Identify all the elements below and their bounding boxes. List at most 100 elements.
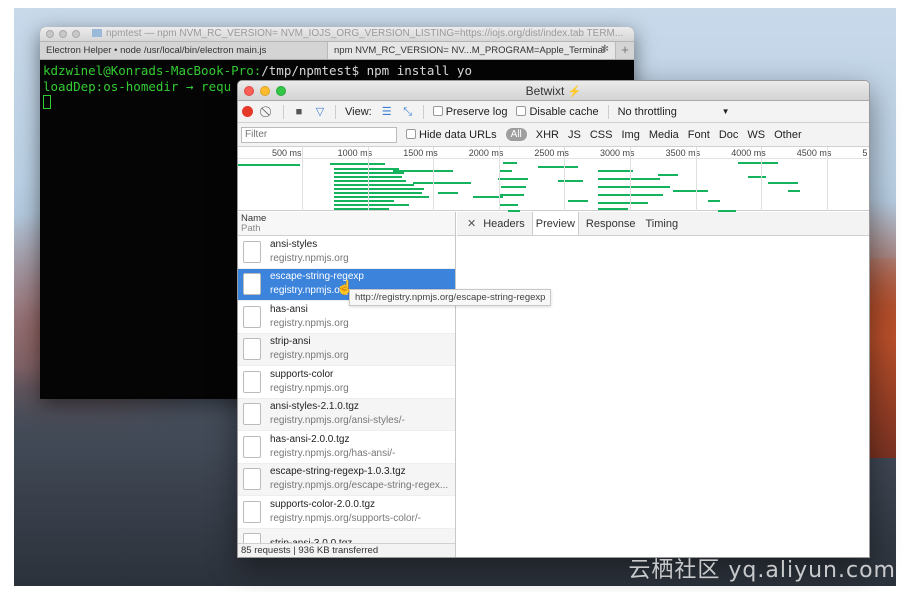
timeline-tick-label: 500 ms bbox=[272, 148, 302, 158]
add-tab-button[interactable]: + bbox=[616, 42, 634, 59]
close-icon[interactable] bbox=[46, 30, 54, 38]
request-text: has-ansi-2.0.0.tgz registry.npmjs.org/has… bbox=[270, 433, 395, 461]
request-path: registry.npmjs.org bbox=[270, 382, 349, 394]
terminal-window-controls bbox=[46, 30, 80, 38]
tab-headers[interactable]: Headers bbox=[480, 212, 528, 235]
file-icon bbox=[243, 403, 261, 426]
window-title: Betwixt ⚡ bbox=[238, 84, 869, 98]
betwixt-window[interactable]: Betwixt ⚡ ⃠ ■ ▽ View: ☰ ⤡ Preserve log D… bbox=[237, 80, 870, 558]
request-row[interactable]: supports-color-2.0.0.tgz registry.npmjs.o… bbox=[238, 496, 455, 529]
timeline-request-bar bbox=[334, 208, 389, 210]
type-filter-css[interactable]: CSS bbox=[590, 129, 613, 141]
timeline-request-bar bbox=[334, 200, 394, 202]
checkbox-icon[interactable] bbox=[432, 105, 443, 116]
mouse-pointer-icon: ☝ bbox=[336, 279, 354, 295]
timeline-request-bar bbox=[598, 178, 660, 180]
clear-icon[interactable]: ⃠ bbox=[262, 106, 274, 118]
terminal-titlebar[interactable]: npmtest — npm NVM_RC_VERSION= NVM_IOJS_O… bbox=[40, 27, 634, 42]
request-name: escape-string-regexp-1.0.3.tgz bbox=[270, 466, 406, 478]
checkbox-icon[interactable] bbox=[516, 105, 527, 116]
request-row[interactable]: has-ansi-2.0.0.tgz registry.npmjs.org/has… bbox=[238, 431, 455, 464]
request-list-header[interactable]: Name Path bbox=[238, 212, 455, 236]
hide-data-urls-checkbox[interactable]: Hide data URLs bbox=[406, 128, 497, 141]
disable-cache-checkbox[interactable]: Disable cache bbox=[516, 105, 599, 118]
timeline-request-bar bbox=[334, 184, 414, 186]
checkbox-icon[interactable] bbox=[406, 128, 416, 139]
throttling-value: No throttling bbox=[617, 105, 677, 118]
request-name: ansi-styles-2.1.0.tgz bbox=[270, 401, 359, 413]
timeline-request-bar bbox=[501, 186, 526, 188]
network-overview-timeline[interactable]: 500 ms 1000 ms 1500 ms 2000 ms 2500 ms 3000 m… bbox=[238, 147, 869, 212]
timeline-gridline bbox=[564, 147, 566, 211]
timeline-request-bar bbox=[500, 194, 524, 196]
chevron-down-icon: ▼ bbox=[721, 107, 730, 116]
timeline-gridline bbox=[302, 147, 303, 211]
terminal-prompt: kdzwinel@Konrads-MacBook-Pro: bbox=[43, 63, 262, 78]
record-icon[interactable] bbox=[242, 106, 253, 117]
request-row[interactable]: escape-string-regexp-1.0.3.tgz registry.n… bbox=[238, 463, 455, 496]
preserve-log-checkbox[interactable]: Preserve log bbox=[432, 105, 507, 118]
request-path: registry.npmjs.org/ansi-styles/- bbox=[270, 415, 405, 427]
timeline-gridline bbox=[630, 147, 631, 211]
request-text: supports-color registry.npmjs.org bbox=[270, 368, 349, 396]
request-name: has-ansi bbox=[270, 303, 308, 315]
type-filter-xhr[interactable]: XHR bbox=[536, 129, 559, 141]
timeline-ticks: 500 ms 1000 ms 1500 ms 2000 ms 2500 ms 3000 m… bbox=[238, 147, 869, 159]
column-name-header: Name bbox=[241, 213, 267, 224]
timeline-gridline bbox=[695, 147, 697, 211]
file-icon bbox=[243, 338, 261, 361]
divider bbox=[283, 104, 284, 119]
network-toolbar: ⃠ ■ ▽ View: ☰ ⤡ Preserve log Disable cac… bbox=[238, 101, 869, 123]
betwixt-titlebar[interactable]: Betwixt ⚡ bbox=[238, 81, 869, 101]
filter-icon[interactable]: ▽ bbox=[314, 106, 326, 118]
timeline-request-bar bbox=[748, 176, 766, 178]
type-filter-js[interactable]: JS bbox=[568, 129, 581, 141]
large-rows-icon[interactable]: ☰ bbox=[381, 106, 393, 118]
tab-timing[interactable]: Timing bbox=[642, 212, 681, 235]
type-filter-font[interactable]: Font bbox=[688, 129, 710, 141]
minimize-icon[interactable] bbox=[59, 30, 67, 38]
request-row[interactable]: strip-ansi registry.npmjs.org bbox=[238, 333, 455, 366]
type-filter-media[interactable]: Media bbox=[649, 129, 679, 141]
timeline-request-bar bbox=[330, 163, 385, 165]
throttling-select[interactable]: No throttling ▼ bbox=[618, 106, 730, 118]
divider bbox=[335, 104, 336, 119]
type-filter-ws[interactable]: WS bbox=[747, 129, 765, 141]
overview-icon[interactable]: ⤡ bbox=[402, 106, 414, 118]
filter-input[interactable] bbox=[241, 126, 397, 143]
timeline-request-bar bbox=[334, 188, 424, 190]
zoom-icon[interactable] bbox=[72, 30, 80, 38]
request-name: ansi-styles bbox=[270, 238, 318, 250]
type-filter-other[interactable]: Other bbox=[774, 129, 802, 141]
terminal-tab-electron[interactable]: Electron Helper • node /usr/local/bin/el… bbox=[40, 42, 328, 59]
request-list[interactable]: Name Path ansi-styles registry.npmjs.org e… bbox=[238, 212, 456, 557]
request-name: has-ansi-2.0.0.tgz bbox=[270, 433, 350, 445]
terminal-tab-npm[interactable]: ✻ npm NVM_RC_VERSION= NV...M_PROGRAM=Appl… bbox=[328, 42, 616, 59]
tab-preview[interactable]: Preview bbox=[531, 212, 579, 235]
divider bbox=[607, 104, 609, 119]
timeline-request-bar bbox=[558, 180, 583, 182]
request-name: supports-color-2.0.0.tgz bbox=[270, 498, 376, 510]
lightning-icon: ⚡ bbox=[567, 86, 582, 98]
request-text: ansi-styles registry.npmjs.org bbox=[270, 238, 349, 266]
terminal-title: npmtest — npm NVM_RC_VERSION= NVM_IOJS_O… bbox=[92, 28, 630, 39]
timeline-request-bar bbox=[498, 178, 528, 180]
request-row[interactable]: ansi-styles-2.1.0.tgz registry.npmjs.org/… bbox=[238, 398, 455, 431]
terminal-tabs: Electron Helper • node /usr/local/bin/el… bbox=[40, 42, 634, 60]
timeline-request-bar bbox=[768, 182, 798, 184]
close-detail-icon[interactable]: ✕ bbox=[463, 212, 480, 235]
terminal-command: $ npm install yo bbox=[351, 63, 472, 78]
request-detail: ✕ Headers Preview Response Timing bbox=[457, 212, 869, 557]
tab-response[interactable]: Response bbox=[583, 212, 639, 235]
camera-icon[interactable]: ■ bbox=[293, 106, 305, 118]
timeline-request-bar bbox=[738, 162, 778, 164]
type-filter-img[interactable]: Img bbox=[621, 129, 639, 141]
request-name: supports-color bbox=[270, 368, 334, 380]
request-row[interactable]: supports-color registry.npmjs.org bbox=[238, 366, 455, 399]
timeline-request-bar bbox=[334, 168, 399, 170]
folder-icon bbox=[92, 29, 102, 37]
request-row[interactable]: ansi-styles registry.npmjs.org bbox=[238, 236, 455, 269]
type-filter-doc[interactable]: Doc bbox=[719, 129, 739, 141]
type-filter-all[interactable]: All bbox=[505, 128, 527, 141]
timeline-request-bar bbox=[598, 208, 628, 210]
